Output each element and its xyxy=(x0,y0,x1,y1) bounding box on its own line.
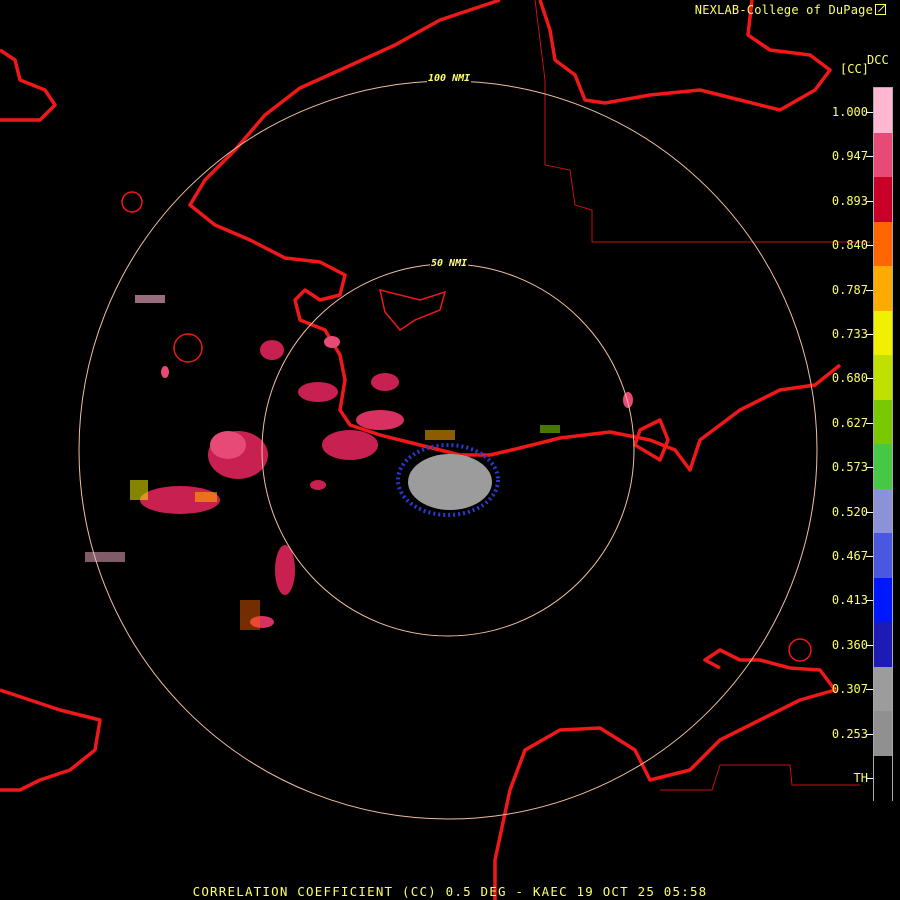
color-scale-segment xyxy=(874,711,892,756)
color-scale-tick xyxy=(866,289,873,291)
color-scale-label: 0.627 xyxy=(831,415,868,430)
color-scale-tick xyxy=(866,334,873,335)
color-scale-label: 0.413 xyxy=(831,593,868,608)
color-scale-segment xyxy=(874,88,892,133)
color-scale-segment xyxy=(874,132,892,178)
color-scale-label: 0.787 xyxy=(831,282,868,297)
color-scale-label: 0.520 xyxy=(831,504,868,519)
color-scale-segment xyxy=(874,266,892,311)
range-rings xyxy=(78,80,818,820)
range-ring-100 xyxy=(78,80,818,820)
range-ring-50 xyxy=(261,263,635,637)
color-scale-tick xyxy=(866,422,873,424)
color-scale-label: 0.840 xyxy=(831,238,868,253)
color-scale-label: 0.893 xyxy=(831,193,868,208)
color-scale-tick xyxy=(866,378,873,380)
color-scale-bar xyxy=(873,87,893,801)
color-scale-tick xyxy=(866,200,873,202)
color-scale-tick xyxy=(866,245,873,247)
color-scale-segment xyxy=(874,177,892,222)
product-caption: CORRELATION COEFFICIENT (CC) 0.5 DEG - K… xyxy=(192,884,708,899)
color-scale-label: 0.467 xyxy=(831,549,868,563)
color-scale-tick xyxy=(866,156,873,158)
color-scale-tick xyxy=(866,689,873,691)
southwest-coast xyxy=(0,688,102,792)
color-scale-tick xyxy=(866,467,873,469)
color-scale-tick xyxy=(866,511,873,513)
color-scale-segment xyxy=(874,622,892,667)
color-scale-segment xyxy=(874,488,892,534)
color-scale-tick xyxy=(866,112,873,113)
south-bay xyxy=(493,648,837,900)
northwest-peninsula xyxy=(0,48,57,122)
color-scale-segment xyxy=(874,310,892,356)
color-scale-segment xyxy=(874,355,892,400)
color-scale-label: 1.000 xyxy=(831,105,868,119)
color-scale-segment xyxy=(874,444,892,489)
color-scale-tick xyxy=(866,644,873,646)
coastlines xyxy=(0,0,842,900)
product-code: DCC xyxy=(867,53,889,67)
radar-echoes xyxy=(85,295,633,630)
color-scale-segment xyxy=(874,577,892,623)
color-scale-label: 0.733 xyxy=(831,327,868,341)
color-scale-segment xyxy=(874,755,892,801)
range-ring-label-100: 100 NMI xyxy=(427,73,472,84)
color-scale-label: 0.947 xyxy=(831,149,868,164)
external-link-icon xyxy=(875,4,886,15)
color-scale-label: 0.360 xyxy=(831,637,868,652)
color-scale-tick xyxy=(866,733,873,735)
unit-label: [CC] xyxy=(840,62,869,76)
color-scale-label: 0.307 xyxy=(831,682,868,697)
color-scale-segment xyxy=(874,399,892,445)
color-scale-tick xyxy=(866,600,873,602)
color-scale-label: 0.573 xyxy=(831,460,868,475)
north-coast xyxy=(188,0,842,472)
color-scale-label: 0.253 xyxy=(831,726,868,741)
color-scale-segment xyxy=(874,666,892,712)
color-scale-segment xyxy=(874,221,892,267)
color-scale-segment xyxy=(874,533,892,578)
credit-text: NEXLAB-College of DuPage xyxy=(695,3,886,17)
credit-label: NEXLAB-College of DuPage xyxy=(694,3,873,17)
radar-map xyxy=(0,0,870,900)
color-scale-label: 0.680 xyxy=(831,371,868,386)
color-scale-tick xyxy=(866,556,873,557)
range-ring-label-50: 50 NMI xyxy=(430,258,469,269)
color-scale-tick xyxy=(866,778,873,779)
